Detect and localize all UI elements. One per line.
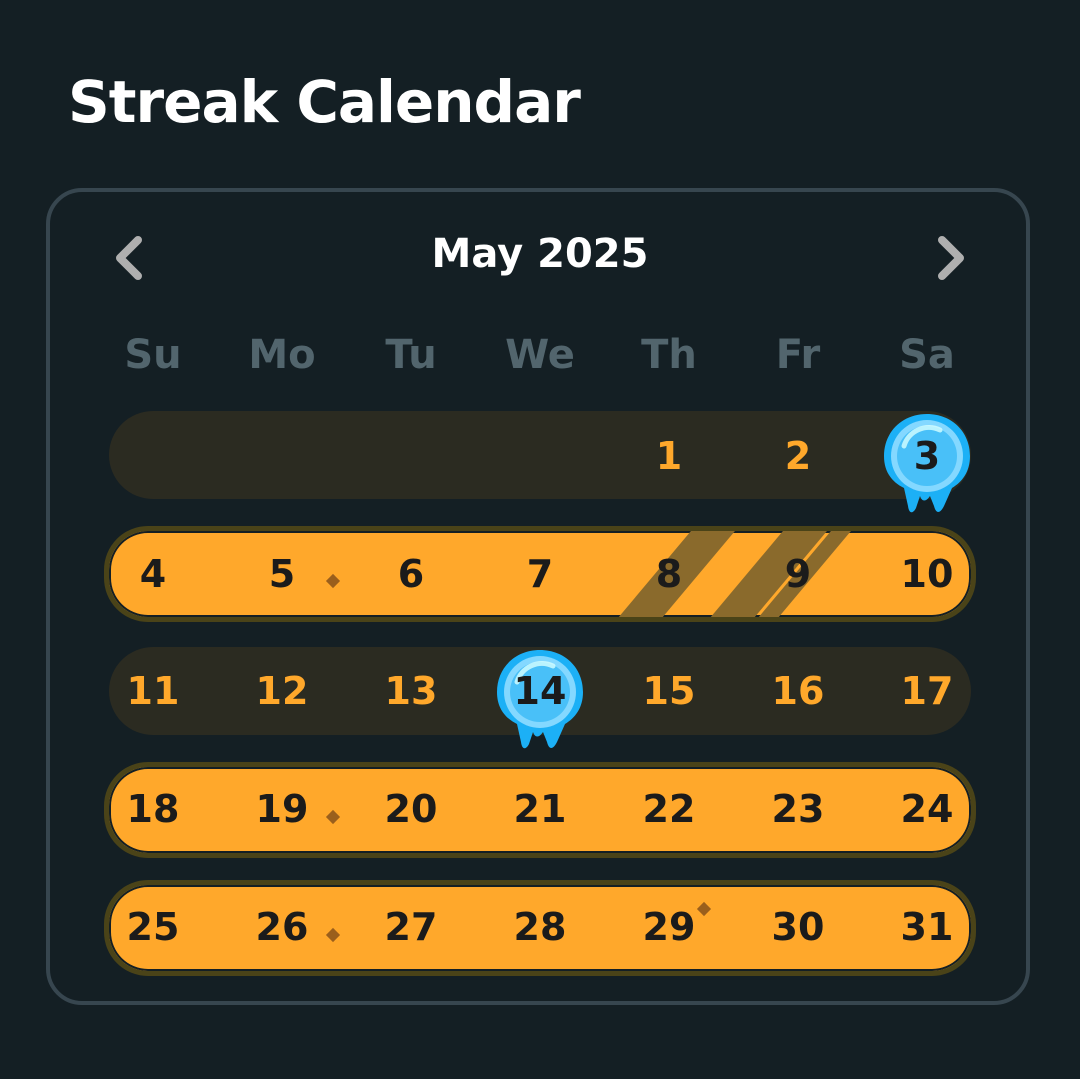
day-cell[interactable]: 12 (232, 666, 332, 716)
day-cell[interactable]: 9 (748, 549, 848, 599)
day-cell[interactable]: 30 (748, 902, 848, 952)
day-cell[interactable]: 21 (490, 784, 590, 834)
weekday-th: Th (641, 332, 697, 378)
day-cell[interactable]: 13 (361, 666, 461, 716)
day-cell[interactable]: 4 (103, 549, 203, 599)
day-cell[interactable]: 16 (748, 666, 848, 716)
weekday-we: We (505, 332, 575, 378)
weekday-mo: Mo (248, 332, 316, 378)
day-cell[interactable]: 5 (232, 549, 332, 599)
weekday-sa: Sa (899, 332, 955, 378)
chevron-left-icon (116, 236, 142, 280)
day-cell[interactable]: 23 (748, 784, 848, 834)
day-cell[interactable]: 26 (232, 902, 332, 952)
next-month-button[interactable] (924, 232, 976, 284)
day-cell[interactable]: 19 (232, 784, 332, 834)
day-cell[interactable]: 11 (103, 666, 203, 716)
weekday-fr: Fr (775, 332, 821, 378)
month-label: May 2025 (431, 231, 649, 277)
day-cell[interactable]: 18 (103, 784, 203, 834)
day-cell[interactable]: 6 (361, 549, 461, 599)
day-cell[interactable]: 17 (877, 666, 977, 716)
day-cell[interactable]: 25 (103, 902, 203, 952)
day-cell[interactable]: 2 (748, 431, 848, 481)
day-cell[interactable]: 27 (361, 902, 461, 952)
day-cell[interactable]: 31 (877, 902, 977, 952)
day-cell[interactable]: 14 (490, 666, 590, 716)
day-cell[interactable]: 3 (877, 431, 977, 481)
page-title: Streak Calendar (68, 68, 581, 136)
day-cell[interactable]: 10 (877, 549, 977, 599)
day-cell[interactable]: 24 (877, 784, 977, 834)
day-cell[interactable]: 20 (361, 784, 461, 834)
weekday-tu: Tu (385, 332, 437, 378)
day-cell[interactable]: 28 (490, 902, 590, 952)
day-cell[interactable]: 1 (619, 431, 719, 481)
weekday-su: Su (124, 332, 182, 378)
day-cell[interactable]: 8 (619, 549, 719, 599)
chevron-right-icon (938, 236, 964, 280)
day-cell[interactable]: 15 (619, 666, 719, 716)
day-cell[interactable]: 22 (619, 784, 719, 834)
prev-month-button[interactable] (104, 232, 156, 284)
day-cell[interactable]: 7 (490, 549, 590, 599)
